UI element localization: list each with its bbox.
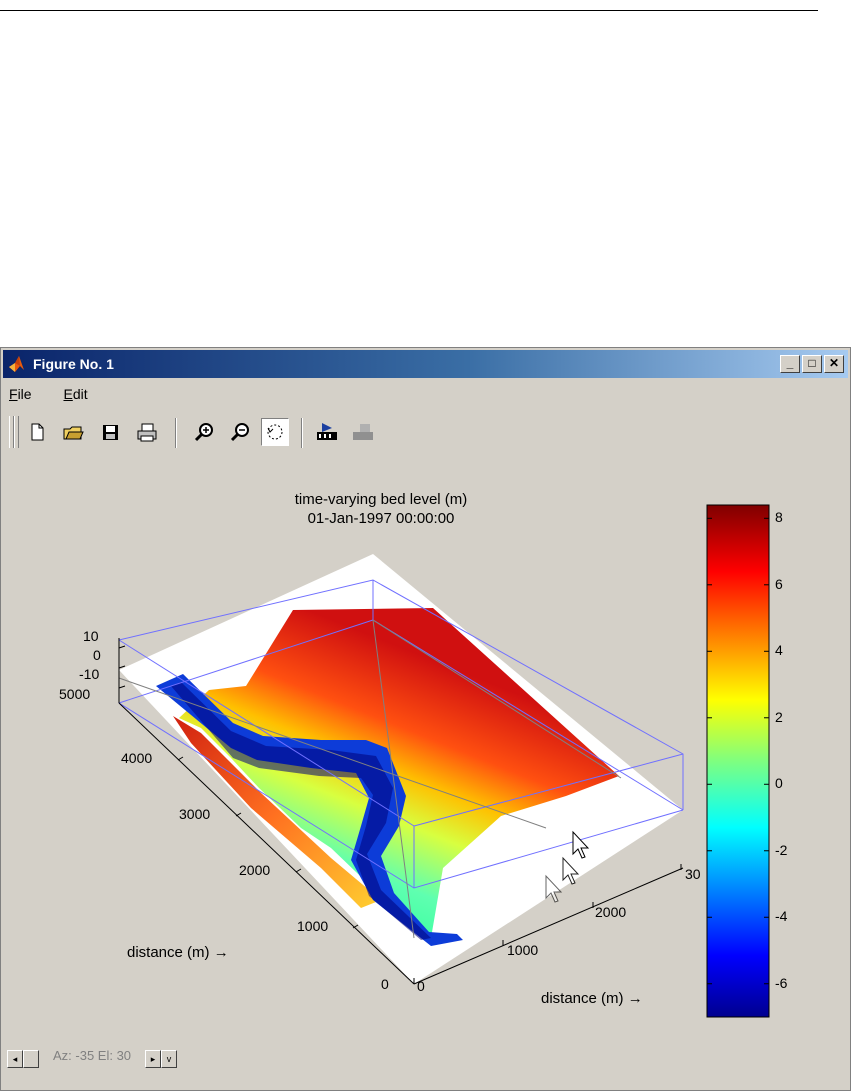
x-tick: 1000 [507, 942, 539, 958]
z-tick: -10 [79, 666, 100, 682]
x-axis-label: distance (m) → [541, 990, 643, 1007]
surface-plot[interactable] [1, 348, 851, 1091]
colorbar-tick-label: 2 [775, 708, 783, 725]
y-tick: 1000 [297, 918, 329, 934]
scroll-down-button[interactable]: v [161, 1050, 177, 1068]
azimuth-elevation-readout: Az: -35 El: 30 [53, 1048, 132, 1063]
plot-area: time-varying bed level (m) 01-Jan-1997 0… [1, 348, 851, 1091]
y-tick: 3000 [179, 806, 211, 822]
scroll-left-button[interactable]: ◂ [7, 1050, 23, 1068]
z-tick: 0 [93, 647, 101, 663]
x-tick: 0 [417, 978, 425, 994]
y-tick: 2000 [239, 862, 271, 878]
y-axis-label: distance (m) → [127, 944, 229, 961]
colorbar-tick-label: 8 [775, 509, 783, 526]
y-tick: 4000 [121, 750, 153, 766]
status-bar: ◂ Az: -35 El: 30 ▸ v [5, 1044, 305, 1070]
colorbar-tick-label: 0 [775, 775, 783, 792]
colorbar-tick-label: 4 [775, 642, 783, 659]
figure-window: Figure No. 1 _ □ ✕ File Edit time-varyin… [0, 347, 851, 1091]
z-tick: 10 [83, 628, 99, 644]
x-tick: 30 [685, 866, 701, 882]
x-tick: 2000 [595, 904, 627, 920]
page-top-rule [0, 10, 818, 11]
scroll-thumb[interactable] [23, 1050, 39, 1068]
colorbar-tick-label: -4 [775, 908, 788, 925]
scroll-right-button[interactable]: ▸ [145, 1050, 161, 1068]
colorbar [706, 504, 770, 1018]
colorbar-tick-label: -6 [775, 974, 788, 991]
colorbar-tick-label: 6 [775, 575, 783, 592]
y-tick: 0 [381, 976, 389, 992]
y-tick: 5000 [59, 686, 91, 702]
colorbar-tick-label: -2 [775, 841, 788, 858]
